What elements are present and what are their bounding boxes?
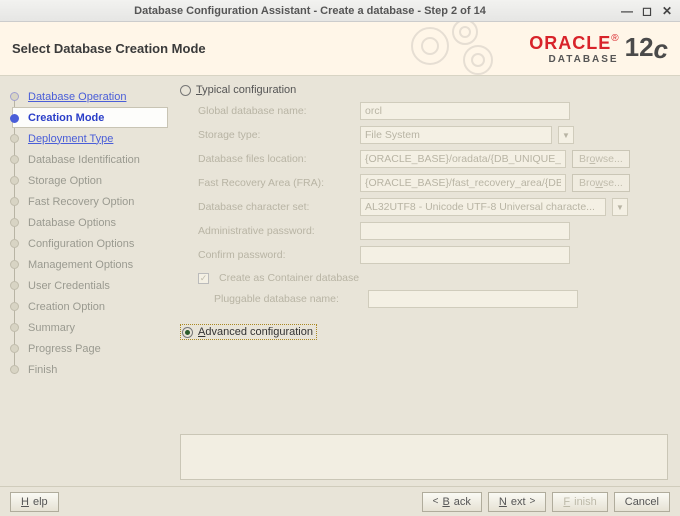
back-button[interactable]: < Back xyxy=(422,492,482,512)
sidebar-step-8: Management Options xyxy=(18,254,168,275)
window-title: Database Configuration Assistant - Creat… xyxy=(6,5,614,17)
global-db-name-input xyxy=(360,102,570,120)
chevron-down-icon: ▼ xyxy=(612,198,628,216)
gears-decoration-icon xyxy=(400,22,520,76)
sidebar-step-0[interactable]: Database Operation xyxy=(18,86,168,107)
pdb-name-label: Pluggable database name: xyxy=(214,293,362,305)
radio-advanced-label: Advanced configuration xyxy=(198,326,313,338)
maximize-icon[interactable]: ◻ xyxy=(640,4,654,18)
admin-password-label: Administrative password: xyxy=(198,225,354,237)
fra-label: Fast Recovery Area (FRA): xyxy=(198,177,354,189)
storage-type-label: Storage type: xyxy=(198,129,354,141)
sidebar-step-5: Fast Recovery Option xyxy=(18,191,168,212)
brand-product: DATABASE xyxy=(529,54,618,65)
pdb-name-input xyxy=(368,290,578,308)
close-icon[interactable]: ✕ xyxy=(660,4,674,18)
confirm-password-label: Confirm password: xyxy=(198,249,354,261)
sidebar-step-4: Storage Option xyxy=(18,170,168,191)
radio-icon xyxy=(180,85,191,96)
db-files-location-input xyxy=(360,150,566,168)
sidebar-step-2[interactable]: Deployment Type xyxy=(18,128,168,149)
charset-label: Database character set: xyxy=(198,201,354,213)
finish-button: Finish xyxy=(552,492,607,512)
message-area xyxy=(180,434,668,480)
checkbox-icon: ✓ xyxy=(198,273,209,284)
next-button[interactable]: Next > xyxy=(488,492,546,512)
cancel-button[interactable]: Cancel xyxy=(614,492,670,512)
sidebar-step-7: Configuration Options xyxy=(18,233,168,254)
sidebar-step-13: Finish xyxy=(18,359,168,380)
wizard-header: Select Database Creation Mode ORACLE® DA… xyxy=(0,22,680,76)
sidebar-step-11: Summary xyxy=(18,317,168,338)
page-title: Select Database Creation Mode xyxy=(12,41,206,56)
db-files-location-label: Database files location: xyxy=(198,153,354,165)
sidebar-step-3: Database Identification xyxy=(18,149,168,170)
charset-select xyxy=(360,198,606,216)
storage-type-select xyxy=(360,126,552,144)
sidebar-step-6: Database Options xyxy=(18,212,168,233)
sidebar-step-1[interactable]: Creation Mode xyxy=(12,107,168,128)
radio-typical-label: Typical configuration xyxy=(196,84,296,96)
wizard-footer: Help < Back Next > Finish Cancel xyxy=(0,486,680,516)
global-db-name-label: Global database name: xyxy=(198,105,354,117)
radio-icon xyxy=(182,327,193,338)
help-button[interactable]: Help xyxy=(10,492,59,512)
typical-config-panel: Global database name: Storage type: ▼ Da… xyxy=(198,102,668,318)
browse-fra-button: Browse... xyxy=(572,174,630,192)
sidebar-step-12: Progress Page xyxy=(18,338,168,359)
sidebar-step-9: User Credentials xyxy=(18,275,168,296)
brand-name: ORACLE xyxy=(529,33,611,53)
oracle-logo: ORACLE® DATABASE 12c xyxy=(529,32,668,65)
chevron-down-icon: ▼ xyxy=(558,126,574,144)
browse-db-files-button: Browse... xyxy=(572,150,630,168)
window-titlebar: Database Configuration Assistant - Creat… xyxy=(0,0,680,22)
admin-password-input xyxy=(360,222,570,240)
sidebar-step-10: Creation Option xyxy=(18,296,168,317)
fra-input xyxy=(360,174,566,192)
brand-version: 12c xyxy=(625,32,668,65)
minimize-icon[interactable]: — xyxy=(620,4,634,18)
create-container-checkbox-label: Create as Container database xyxy=(219,272,359,284)
confirm-password-input xyxy=(360,246,570,264)
wizard-main: Typical configuration Global database na… xyxy=(172,76,680,486)
radio-typical-configuration[interactable]: Typical configuration xyxy=(180,84,668,96)
radio-advanced-configuration[interactable]: Advanced configuration xyxy=(180,324,317,340)
wizard-sidebar: Database OperationCreation ModeDeploymen… xyxy=(0,76,172,486)
